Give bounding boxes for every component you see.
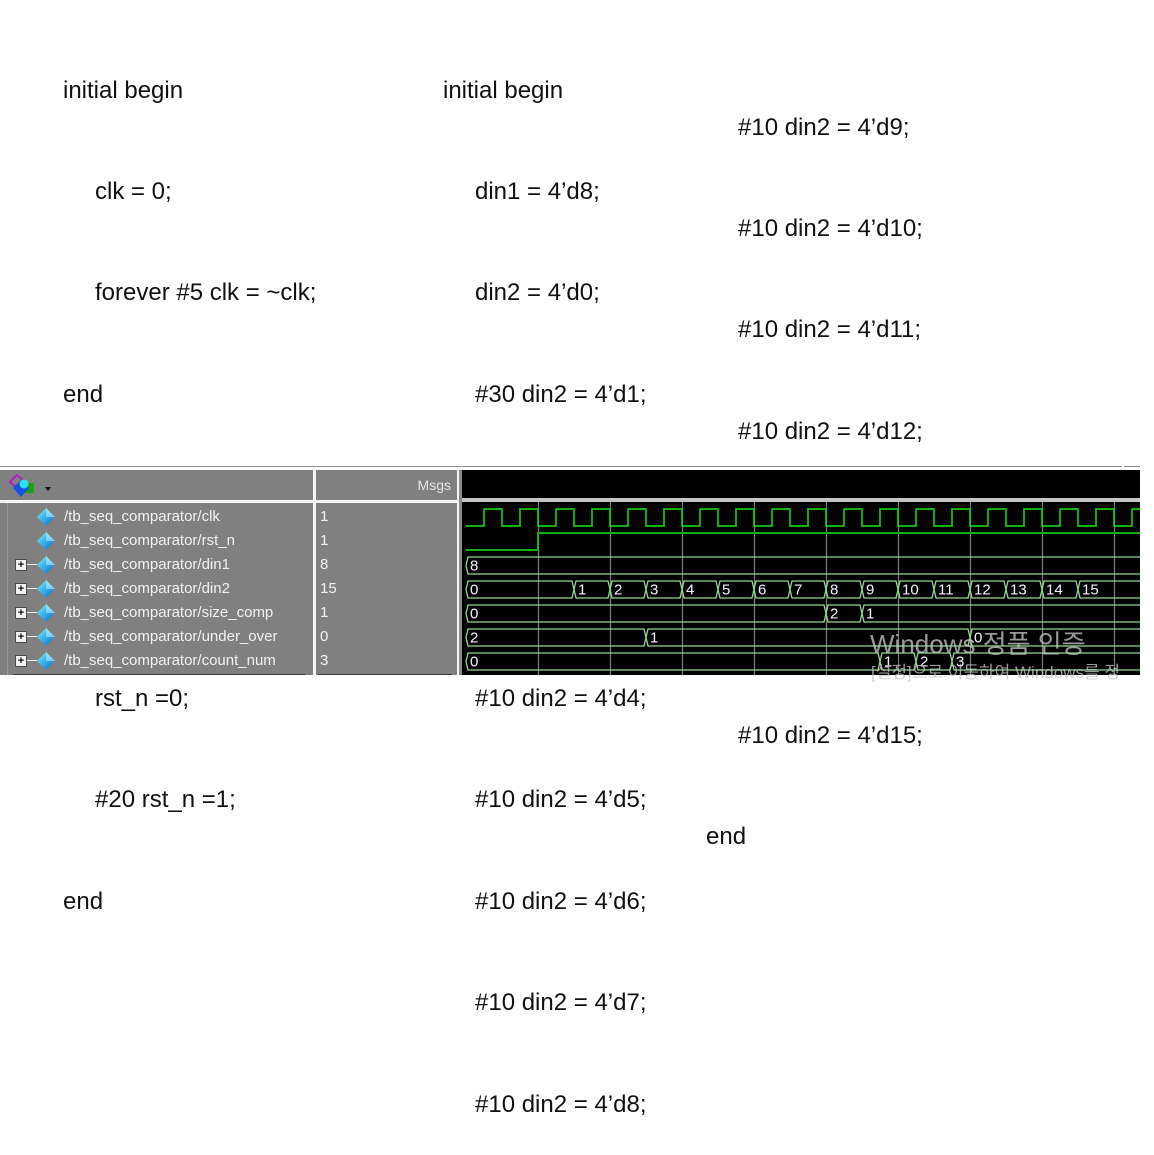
bus-value-label: 8 bbox=[830, 582, 838, 599]
bus-value-label: 9 bbox=[866, 582, 874, 599]
code-line: #10 din2 = 4’d10; bbox=[738, 214, 923, 242]
add-wave-dropdown-button[interactable] bbox=[6, 473, 51, 499]
clock-waveform bbox=[466, 508, 1140, 527]
bus-value-label: 0 bbox=[470, 606, 478, 623]
code-line: #30 din2 = 4’d1; bbox=[475, 380, 647, 408]
bus-segment bbox=[465, 652, 881, 671]
code-line: #10 din2 = 4’d9; bbox=[738, 113, 910, 141]
code-line: #10 din2 = 4’d15; bbox=[738, 721, 923, 749]
expand-plus-icon[interactable]: + bbox=[15, 607, 27, 619]
signal-value-din1: 8 bbox=[320, 556, 329, 573]
bus-value-label: 10 bbox=[902, 582, 919, 599]
signal-name: /tb_seq_comparator/size_comp bbox=[64, 604, 274, 621]
code-line: din2 = 4’d0; bbox=[475, 279, 600, 307]
names-pane-bottom-border bbox=[13, 674, 305, 675]
code-line: #10 din2 = 4’d8; bbox=[475, 1090, 647, 1118]
bus-value-label: 1 bbox=[866, 606, 874, 623]
bus-value-label: 1 bbox=[578, 582, 586, 599]
windows-activation-watermark-title: Windows 정품 인증 bbox=[870, 629, 1086, 659]
signal-name: /tb_seq_comparator/count_num bbox=[64, 652, 276, 669]
signal-value-din2: 15 bbox=[320, 580, 337, 597]
code-line: #20 rst_n =1; bbox=[95, 786, 236, 814]
code-line: clk = 0; bbox=[95, 177, 172, 205]
signal-row-din2[interactable]: + /tb_seq_comparator/din2 bbox=[8, 577, 313, 601]
signal-name: /tb_seq_comparator/din2 bbox=[64, 580, 230, 597]
bus-value-label: 11 bbox=[938, 582, 954, 599]
signal-value-size-comp: 1 bbox=[320, 604, 329, 621]
window-top-border-gap bbox=[1122, 466, 1124, 467]
code-line: #10 din2 = 4’d11; bbox=[738, 316, 922, 344]
bus-value-label: 12 bbox=[974, 582, 991, 599]
bus-segment bbox=[465, 628, 647, 647]
code-line: end bbox=[63, 380, 104, 408]
code-line: #10 din2 = 4’d7; bbox=[475, 989, 647, 1017]
signal-row-count-num[interactable]: + /tb_seq_comparator/count_num bbox=[8, 649, 313, 673]
expand-plus-icon[interactable]: + bbox=[15, 583, 27, 595]
expand-plus-icon[interactable]: + bbox=[15, 559, 27, 571]
bus-value-label: 6 bbox=[758, 582, 766, 599]
signal-name: /tb_seq_comparator/rst_n bbox=[64, 532, 235, 549]
signal-value-clk: 1 bbox=[320, 508, 329, 525]
msgs-column-header: Msgs bbox=[316, 470, 457, 500]
code-line: #10 din2 = 4’d5; bbox=[475, 786, 647, 814]
add-wave-icon bbox=[8, 473, 38, 503]
bus-value-label: 2 bbox=[614, 582, 622, 599]
bus-value-label: 13 bbox=[1010, 582, 1027, 599]
code-line: end bbox=[63, 887, 104, 915]
bus-value-label: 0 bbox=[470, 582, 478, 599]
expand-plus-icon[interactable]: + bbox=[15, 631, 27, 643]
signal-row-size-comp[interactable]: + /tb_seq_comparator/size_comp bbox=[8, 601, 313, 625]
code-line: #10 din2 = 4’d4; bbox=[475, 684, 647, 712]
code-line: #10 din2 = 4’d12; bbox=[738, 417, 923, 445]
signal-row-under-over[interactable]: + /tb_seq_comparator/under_over bbox=[8, 625, 313, 649]
code-line: initial begin bbox=[63, 76, 184, 104]
signal-value-under-over: 0 bbox=[320, 628, 329, 645]
signal-value-count-num: 3 bbox=[320, 652, 329, 669]
expand-plus-icon[interactable]: + bbox=[15, 655, 27, 667]
signal-row-clk[interactable]: /tb_seq_comparator/clk bbox=[8, 505, 313, 529]
bus-value-label: 15 bbox=[1082, 582, 1099, 599]
bus-value-label: 5 bbox=[722, 582, 730, 599]
signal-row-din1[interactable]: + /tb_seq_comparator/din1 bbox=[8, 553, 313, 577]
window-top-border bbox=[0, 466, 1140, 467]
bus-value-label: 0 bbox=[470, 654, 478, 671]
bus-value-label: 8 bbox=[470, 558, 478, 575]
bus-segment bbox=[465, 604, 827, 623]
bus-value-label: 2 bbox=[470, 630, 478, 647]
code-line: end bbox=[706, 823, 747, 851]
signal-row-rst-n[interactable]: /tb_seq_comparator/rst_n bbox=[8, 529, 313, 553]
code-line: din1 = 4’d8; bbox=[475, 177, 600, 205]
bus-segment bbox=[465, 556, 1140, 575]
signal-diamond-icon bbox=[36, 651, 56, 676]
signal-value-rst-n: 1 bbox=[320, 532, 329, 549]
msgs-pane-bottom-border bbox=[318, 674, 452, 675]
code-line: rst_n =0; bbox=[95, 684, 190, 712]
bus-value-label: 4 bbox=[686, 582, 694, 599]
bus-value-label: 2 bbox=[830, 606, 838, 623]
signal-name: /tb_seq_comparator/under_over bbox=[64, 628, 278, 645]
code-line: initial begin bbox=[443, 76, 564, 104]
bus-value-label: 1 bbox=[650, 630, 658, 647]
bus-value-label: 3 bbox=[650, 582, 658, 599]
code-line: forever #5 clk = ~clk; bbox=[95, 279, 317, 307]
chevron-down-icon bbox=[45, 487, 51, 491]
pane-splitter-names[interactable] bbox=[313, 470, 316, 675]
bus-value-label: 14 bbox=[1046, 582, 1063, 599]
signal-name: /tb_seq_comparator/clk bbox=[64, 508, 220, 525]
wave-pane-header bbox=[462, 470, 1140, 498]
code-line: #10 din2 = 4’d6; bbox=[475, 887, 647, 915]
windows-activation-watermark-subtitle: [설정]으로 이동하여 Windows를 정 bbox=[871, 663, 1120, 682]
bit-waveform bbox=[466, 532, 1140, 551]
signal-name: /tb_seq_comparator/din1 bbox=[64, 556, 230, 573]
bus-segment bbox=[465, 580, 575, 599]
bus-value-label: 7 bbox=[794, 582, 802, 599]
bus-segment bbox=[861, 604, 1140, 623]
